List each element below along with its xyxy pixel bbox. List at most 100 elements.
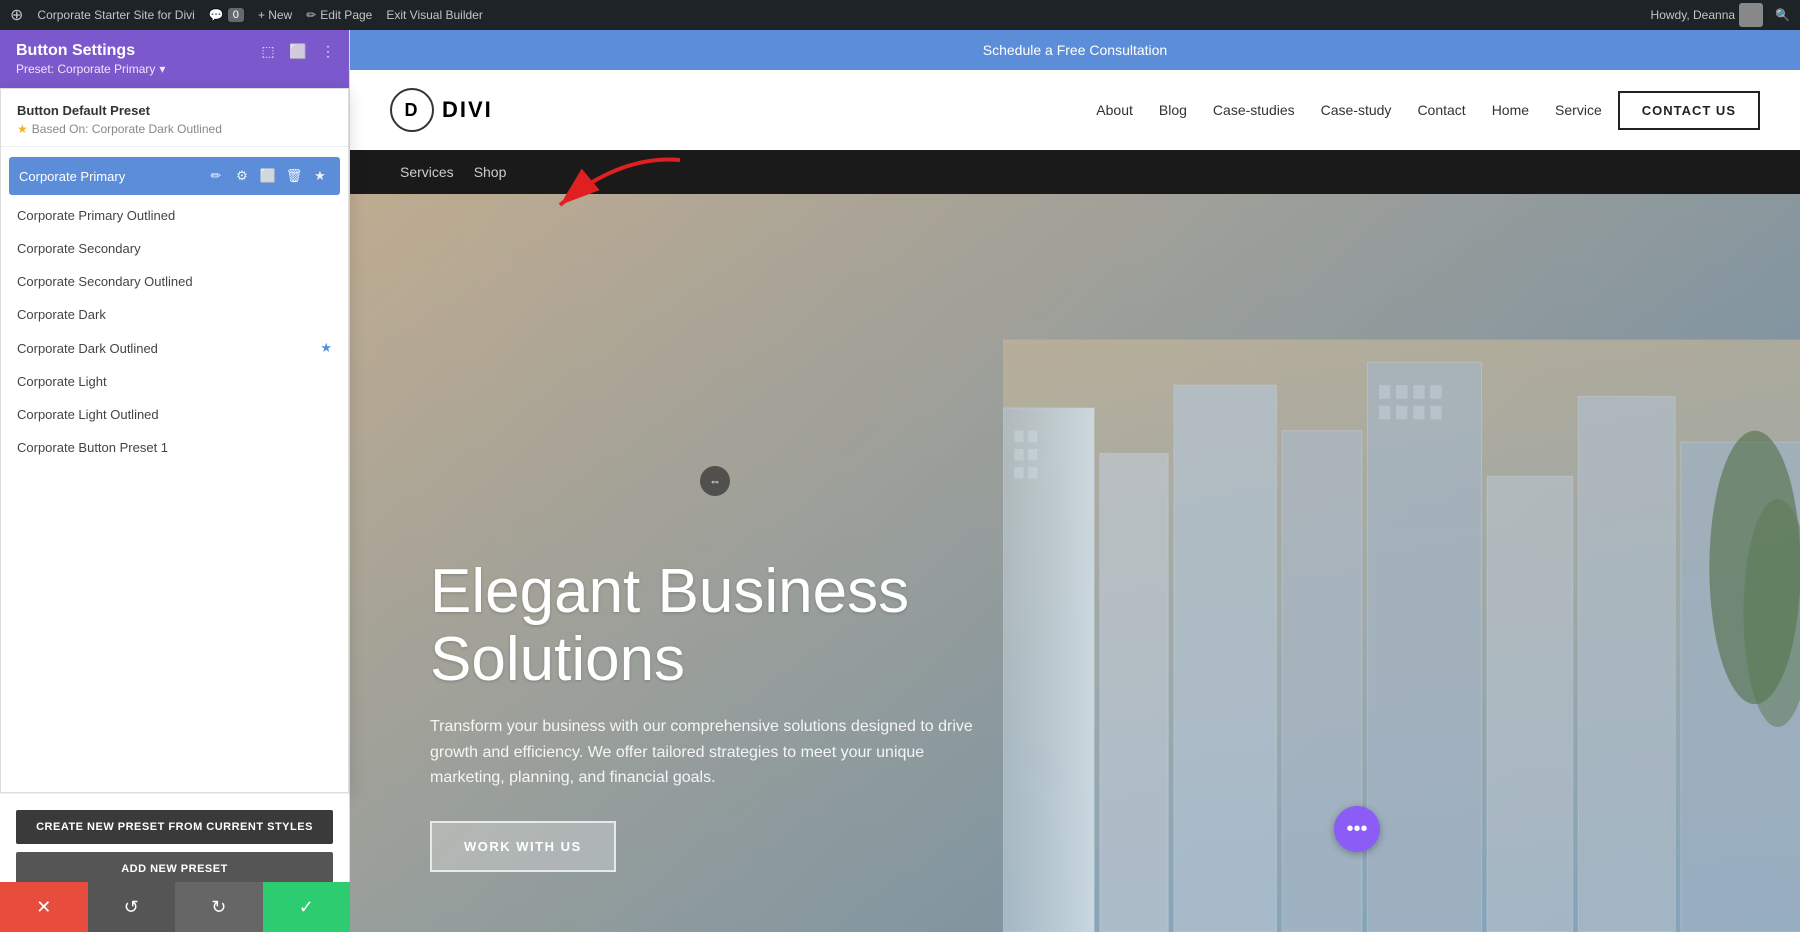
left-panel: Button Settings Preset: Corporate Primar… [0,30,350,932]
nav-link-contact[interactable]: Contact [1407,96,1475,124]
nav-link-shop[interactable]: Shop [464,158,517,186]
drag-handle[interactable]: ⇔ [700,466,730,496]
panel-header-icons: ⬚ ⬜ ⋮ [257,40,339,62]
create-preset-button[interactable]: CREATE NEW PRESET FROM CURRENT STYLES [16,810,333,844]
edit-page-label: Edit Page [320,8,372,22]
fab-dots-icon: ••• [1346,818,1367,841]
settings-preset-icon[interactable]: ⚙ [232,166,252,186]
logo-letter: D [405,100,420,121]
hero-content: Elegant Business Solutions Transform you… [430,558,1080,872]
panel-header: Button Settings Preset: Corporate Primar… [0,30,349,88]
nav-link-service[interactable]: Service [1545,96,1612,124]
comments-icon: 💬 [209,8,224,22]
logo-circle: D [390,88,434,132]
hero-section: Elegant Business Solutions Transform you… [350,194,1800,932]
search-icon: 🔍 [1775,8,1790,22]
wp-icon: ⊕ [10,5,23,25]
exit-builder-item[interactable]: Exit Visual Builder [386,8,483,22]
preset-item-corporate-dark[interactable]: Corporate Dark [1,298,348,331]
comments-item[interactable]: 💬 0 [209,8,244,22]
preset-item-corporate-primary[interactable]: Corporate Primary ✏ ⚙ ⬜ 🗑 ★ [9,157,340,195]
preset-name: Corporate Primary [19,169,125,184]
hero-title: Elegant Business Solutions [430,558,1080,694]
search-item[interactable]: 🔍 [1775,8,1790,22]
comment-count: 0 [228,8,244,22]
dropdown-header: Button Default Preset ★ Based On: Corpor… [1,89,348,147]
new-label: + New [258,8,292,22]
preset-item-corporate-primary-outlined[interactable]: Corporate Primary Outlined [1,199,348,232]
undo-icon: ↺ [124,897,139,918]
save-button[interactable]: ✓ [263,882,351,932]
site-name-label: Corporate Starter Site for Divi [37,8,194,22]
preset-item-corporate-button-preset-1[interactable]: Corporate Button Preset 1 [1,431,348,464]
new-item[interactable]: + New [258,8,292,22]
preset-name: Corporate Secondary [17,241,141,256]
site-top-bar: Schedule a Free Consultation [350,30,1800,70]
work-with-us-button[interactable]: WORK WITH US [430,821,616,872]
preset-name: Corporate Secondary Outlined [17,274,193,289]
undo-button[interactable]: ↺ [88,882,176,932]
preset-name: Corporate Button Preset 1 [17,440,168,455]
preset-item-corporate-light[interactable]: Corporate Light [1,365,348,398]
nav-link-case-studies[interactable]: Case-studies [1203,96,1305,124]
website-preview: ⇔ Schedule a Free Consultation D DIVI Ab… [350,30,1800,932]
site-logo[interactable]: D DIVI [390,88,493,132]
preset-name: Corporate Light Outlined [17,407,159,422]
site-name-item[interactable]: Corporate Starter Site for Divi [37,8,194,22]
star-preset-icon[interactable]: ★ [320,340,332,356]
delete-preset-icon[interactable]: 🗑 [284,166,304,186]
fullscreen-icon[interactable]: ⬚ [257,40,279,62]
admin-bar: ⊕ Corporate Starter Site for Divi 💬 0 + … [0,0,1800,30]
contact-us-button[interactable]: CONTACT US [1618,91,1760,130]
star-based-on-icon: ★ [17,122,28,136]
wp-logo-item[interactable]: ⊕ [10,5,23,25]
edit-page-item[interactable]: ✏ Edit Page [306,8,372,22]
exit-label: Exit Visual Builder [386,8,483,22]
nav-link-home[interactable]: Home [1482,96,1539,124]
preset-item-corporate-secondary[interactable]: Corporate Secondary [1,232,348,265]
preset-item-corporate-dark-outlined[interactable]: Corporate Dark Outlined ★ [1,331,348,365]
redo-button[interactable]: ↻ [175,882,263,932]
nav-link-about[interactable]: About [1086,96,1143,124]
cancel-icon: ✕ [36,897,51,918]
based-on-label: Based On: Corporate Dark Outlined [32,122,222,136]
more-icon[interactable]: ⋮ [317,40,339,62]
panel-preset-label[interactable]: Preset: Corporate Primary ▾ [16,62,333,76]
howdy-item[interactable]: Howdy, Deanna [1651,3,1764,27]
howdy-label: Howdy, Deanna [1651,8,1736,22]
redo-icon: ↻ [211,897,226,918]
preset-item-corporate-light-outlined[interactable]: Corporate Light Outlined [1,398,348,431]
preset-actions: ✏ ⚙ ⬜ 🗑 ★ [206,166,330,186]
logo-text: DIVI [442,97,493,123]
nav-link-services[interactable]: Services [390,158,464,186]
save-icon: ✓ [299,897,314,918]
main-content: Button Settings Preset: Corporate Primar… [0,30,1800,932]
preset-name: Corporate Light [17,374,107,389]
buildings-decoration [1003,194,1800,932]
hero-subtitle: Transform your business with our compreh… [430,714,990,791]
nav-link-blog[interactable]: Blog [1149,96,1197,124]
edit-icon: ✏ [306,8,316,22]
default-preset-label: Button Default Preset [17,103,332,118]
fab-button[interactable]: ••• [1334,806,1380,852]
drag-icon: ⇔ [709,474,721,488]
cancel-button[interactable]: ✕ [0,882,88,932]
preset-dropdown: Button Default Preset ★ Based On: Corpor… [0,88,349,793]
admin-bar-left: ⊕ Corporate Starter Site for Divi 💬 0 + … [10,5,483,25]
preset-list: Corporate Primary ✏ ⚙ ⬜ 🗑 ★ Corporate Pr… [1,147,348,470]
site-nav: D DIVI About Blog Case-studies Case-stud… [350,70,1800,150]
edit-preset-icon[interactable]: ✏ [206,166,226,186]
nav-link-case-study[interactable]: Case-study [1311,96,1402,124]
preset-name: Corporate Primary Outlined [17,208,175,223]
bottom-toolbar: ✕ ↺ ↻ ✓ [0,882,350,932]
top-bar-text: Schedule a Free Consultation [983,42,1167,58]
preset-item-corporate-secondary-outlined[interactable]: Corporate Secondary Outlined [1,265,348,298]
add-preset-button[interactable]: ADD NEW PRESET [16,852,333,886]
preset-name: Corporate Dark [17,307,106,322]
admin-bar-right: Howdy, Deanna 🔍 [1651,3,1790,27]
star-preset-icon[interactable]: ★ [310,166,330,186]
layout-icon[interactable]: ⬜ [287,40,309,62]
primary-nav-links: About Blog Case-studies Case-study Conta… [1086,91,1760,130]
copy-preset-icon[interactable]: ⬜ [258,166,278,186]
avatar [1739,3,1763,27]
